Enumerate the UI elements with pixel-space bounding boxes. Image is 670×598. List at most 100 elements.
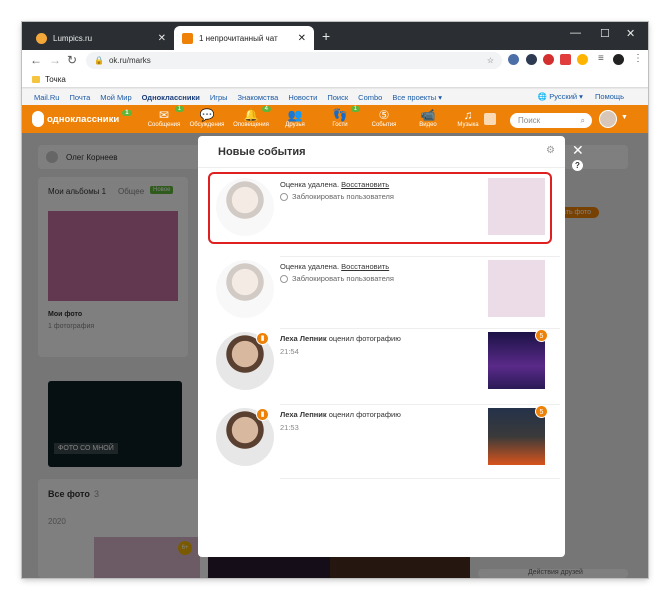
nav-friends[interactable]: 👥 Друзья <box>273 108 317 128</box>
nav-events[interactable]: ⑤ События <box>362 108 406 128</box>
portal-link[interactable]: Combo <box>358 93 382 102</box>
new-tab-button[interactable]: + <box>322 28 330 44</box>
nav-discussions[interactable]: 💬 Обсуждения <box>185 108 229 128</box>
nav-label: События <box>371 122 397 128</box>
play-icon[interactable] <box>484 113 496 125</box>
nav-label: Обсуждения <box>189 122 225 128</box>
close-tab-icon[interactable]: ✕ <box>298 33 306 44</box>
event-action: оценил фотографию <box>328 410 401 419</box>
nav-notifications[interactable]: 🔔 4 Оповещения <box>229 106 273 128</box>
gear-icon[interactable]: ⚙ <box>546 145 555 156</box>
extension-icon[interactable] <box>577 54 588 65</box>
portal-link[interactable]: Поиск <box>327 93 348 102</box>
event-text: Леха Лепник оценил фотографию <box>280 410 401 419</box>
close-tab-icon[interactable]: ✕ <box>158 33 166 44</box>
divider <box>280 328 560 329</box>
url-input[interactable]: 🔒 ok.ru/marks ☆ <box>86 52 502 69</box>
reading-list-icon[interactable]: ≡ <box>598 53 604 64</box>
nav-guests[interactable]: 👣 1 Гости <box>318 106 362 128</box>
folder-icon <box>32 75 40 83</box>
forward-icon[interactable]: → <box>49 53 61 67</box>
portal-link[interactable]: Мой Мир <box>100 93 131 102</box>
tab-title: 1 непрочитанный чат <box>199 33 278 43</box>
ban-icon <box>280 274 288 283</box>
extension-icon[interactable] <box>560 54 571 65</box>
photo-thumb <box>488 260 545 317</box>
notifications-badge: 4 <box>261 106 271 112</box>
logo-badge: 1 <box>122 110 132 116</box>
divider <box>280 404 560 405</box>
mailru-portal-bar: Mail.Ru Почта Мой Мир Одноклассники Игры… <box>22 89 648 105</box>
portal-link-active[interactable]: Одноклассники <box>142 93 200 102</box>
url-text: ok.ru/marks <box>108 56 151 65</box>
user-link[interactable]: Леха Лепник <box>280 410 327 419</box>
ok-logo[interactable]: одноклассники 1 <box>32 110 132 127</box>
highlight-box <box>208 172 552 244</box>
all-projects-dropdown[interactable]: Все проекты ▾ <box>392 93 442 102</box>
modal-title: Новые события <box>198 136 565 168</box>
event-text: Оценка удалена. Восстановить <box>280 262 389 271</box>
profile-avatar[interactable] <box>613 54 624 65</box>
block-label: Заблокировать пользователя <box>292 274 394 283</box>
language-select[interactable]: 🌐 Русский ▾ <box>538 92 583 101</box>
events-icon: ⑤ <box>378 108 390 122</box>
event-time: 21:54 <box>280 347 299 356</box>
nav-messages[interactable]: ✉ 1 Сообщения <box>142 106 186 128</box>
nav-label: Сообщения <box>147 122 181 128</box>
rating-icon: ▮ <box>256 408 269 421</box>
portal-link[interactable]: Новости <box>288 93 317 102</box>
extension-icon[interactable] <box>508 54 519 65</box>
tab-lumpics[interactable]: Lumpics.ru ✕ <box>28 26 174 50</box>
menu-icon[interactable]: ⋮ <box>633 53 643 64</box>
event-removed-2: Оценка удалена. Восстановить Заблокирова… <box>216 260 546 330</box>
chat-icon: 💬 <box>199 108 215 122</box>
photo-thumb[interactable]: 5 <box>488 329 548 389</box>
portal-right: 🌐 Русский ▾ Помощь <box>538 92 634 101</box>
chevron-down-icon[interactable]: ▼ <box>621 114 628 121</box>
divider <box>280 478 560 479</box>
photo-thumb[interactable]: 5 <box>488 405 548 465</box>
block-user-link[interactable]: Заблокировать пользователя <box>280 274 394 283</box>
minimize-button[interactable]: — <box>570 27 581 39</box>
star-icon[interactable]: ☆ <box>487 56 494 65</box>
extension-icon[interactable] <box>526 54 537 65</box>
tab-title: Lumpics.ru <box>53 33 93 43</box>
close-window-button[interactable]: ✕ <box>626 27 635 40</box>
event-action: оценил фотографию <box>328 334 401 343</box>
ok-search-input[interactable]: Поиск ⌕ <box>510 113 592 128</box>
event-rating-1: ▮ Леха Лепник оценил фотографию 21:54 5 <box>216 329 548 402</box>
rating-icon: ▮ <box>256 332 269 345</box>
restore-link[interactable]: Восстановить <box>341 262 389 271</box>
lumpics-favicon-icon <box>36 32 47 44</box>
avatar <box>216 260 274 318</box>
maximize-button[interactable]: ☐ <box>600 27 610 40</box>
search-icon[interactable]: ⌕ <box>581 116 585 126</box>
user-avatar[interactable] <box>599 110 617 128</box>
event-rating-2: ▮ Леха Лепник оценил фотографию 21:53 5 <box>216 405 548 478</box>
extension-icon[interactable] <box>543 54 554 65</box>
portal-link[interactable]: Игры <box>210 93 228 102</box>
nav-video[interactable]: 📹 Видео <box>406 108 450 128</box>
help-link[interactable]: Помощь <box>595 92 624 101</box>
divider <box>280 256 560 257</box>
back-icon[interactable]: ← <box>30 53 42 67</box>
tab-ok-chat[interactable]: 1 непрочитанный чат ✕ <box>174 26 314 50</box>
portal-link[interactable]: Почта <box>69 93 90 102</box>
portal-link[interactable]: Знакомства <box>238 93 279 102</box>
friends-icon: 👥 <box>287 108 303 122</box>
messages-badge: 1 <box>174 106 184 112</box>
address-bar: ← → ↻ 🔒 ok.ru/marks ☆ ≡ ⋮ <box>22 50 648 71</box>
help-icon[interactable]: ? <box>572 160 583 171</box>
user-link[interactable]: Леха Лепник <box>280 334 327 343</box>
bookmark-item[interactable]: Точка <box>45 75 66 84</box>
nav-label: Гости <box>332 122 348 128</box>
reload-icon[interactable]: ↻ <box>67 53 77 67</box>
video-icon: 📹 <box>420 108 436 122</box>
nav-label: Друзья <box>285 122 305 128</box>
nav-label: Видео <box>419 122 437 128</box>
portal-link[interactable]: Mail.Ru <box>34 93 59 102</box>
browser-window: Lumpics.ru ✕ 1 непрочитанный чат ✕ + — ☐… <box>22 22 648 578</box>
close-modal-button[interactable]: ✕ <box>572 142 584 159</box>
search-placeholder: Поиск <box>518 116 541 125</box>
mail-favicon-icon <box>182 32 193 44</box>
